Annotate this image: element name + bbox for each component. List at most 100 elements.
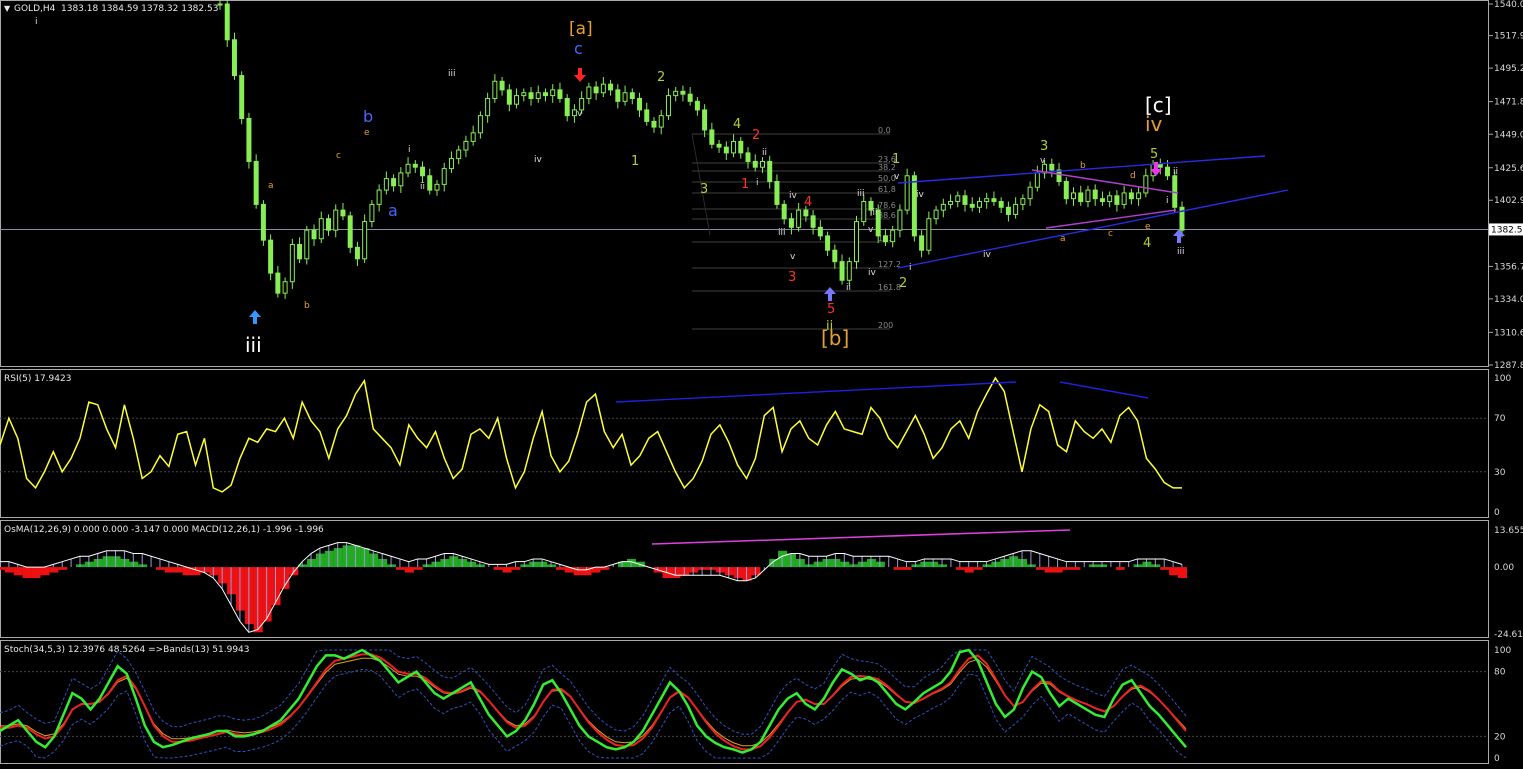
stoch-axis-label: 20	[1494, 732, 1506, 742]
candle-body	[615, 89, 621, 102]
candle-body	[506, 89, 512, 105]
wave-label: 4	[733, 117, 741, 132]
osma-bar	[511, 567, 521, 570]
fib-label: 61.8	[878, 185, 896, 194]
osma-bar	[13, 567, 23, 576]
candle-body	[311, 229, 317, 240]
candle-body	[948, 201, 954, 205]
candle-body	[665, 95, 671, 117]
candle-body	[289, 243, 295, 283]
wave-label: d	[1130, 171, 1136, 181]
osma-header: OsMA(12,26,9) 0.000 0.000 -3.147 0.000 M…	[4, 525, 324, 535]
wave-label: ii	[846, 283, 851, 293]
candle-body	[224, 3, 230, 41]
candle-body	[1136, 192, 1142, 200]
fib-label: 0.0	[878, 126, 891, 135]
candle-body	[694, 100, 700, 111]
candle-body	[709, 129, 715, 145]
candle-body	[1157, 163, 1163, 168]
candle-body	[962, 195, 968, 205]
candle-body	[535, 92, 541, 99]
osma-bar	[1053, 567, 1063, 573]
candle-body	[1172, 175, 1178, 208]
candle-body	[731, 140, 737, 154]
price-axis-label: 1356.7	[1494, 262, 1523, 272]
osma-bar	[1035, 567, 1045, 570]
candle-body	[955, 195, 961, 203]
candle-body	[1005, 206, 1011, 215]
candle-body	[1099, 198, 1105, 203]
candle-body	[998, 201, 1004, 208]
candle-body	[304, 229, 310, 260]
price-axis-label: 1540.0	[1494, 0, 1523, 10]
osma-axis-label: -24.618	[1494, 630, 1523, 640]
candle-body	[586, 86, 592, 99]
wave-label: 3	[1040, 139, 1048, 154]
price-axis-label: 1402.9	[1494, 196, 1523, 206]
wave-label: 5	[1150, 147, 1158, 162]
candle-body	[347, 215, 353, 248]
candle-body	[391, 178, 397, 187]
osma-bar	[1178, 567, 1187, 578]
price-panel-triangle-icon[interactable]: ▼	[4, 4, 11, 13]
candle-body	[268, 239, 274, 274]
stoch-axis-label: 0	[1494, 754, 1500, 764]
wave-label: a	[268, 181, 274, 191]
price-header-symbol: GOLD,H4	[14, 4, 56, 14]
candle-body	[217, 3, 223, 6]
candle-body	[318, 218, 324, 240]
osma-axis-label: 0.00	[1494, 563, 1514, 573]
candle-body	[1034, 172, 1040, 188]
osma-bar	[893, 567, 903, 570]
candle-body	[514, 95, 520, 105]
wave-label: b	[1080, 161, 1086, 171]
candle-body	[673, 90, 679, 97]
candle-body	[810, 215, 816, 228]
candle-body	[492, 80, 498, 99]
candle-body	[1121, 192, 1127, 205]
wave-label: iii	[1177, 247, 1185, 257]
fib-label: 200	[878, 321, 893, 330]
wave-label: v	[868, 225, 874, 235]
wave-label: iii	[245, 333, 262, 357]
price-header-ohlc: 1383.18 1384.59 1378.32 1382.53	[61, 4, 218, 14]
candle-body	[1027, 186, 1033, 200]
wave-label: c	[574, 39, 583, 58]
candle-body	[376, 189, 382, 205]
candle-body	[825, 235, 831, 251]
wave-label: iii	[870, 208, 878, 218]
chart-root[interactable]: ▼ GOLD,H4 1383.18 1384.59 1378.32 1382.5…	[0, 0, 1523, 769]
candle-body	[933, 209, 939, 220]
osma-bar	[22, 567, 32, 578]
candle-body	[629, 92, 635, 99]
wave-label: i	[35, 17, 38, 27]
candle-body	[260, 203, 266, 241]
candle-body	[911, 175, 917, 237]
candle-body	[651, 120, 657, 128]
candle-body	[600, 83, 606, 94]
candle-body	[882, 235, 888, 243]
fib-label: 78.6	[878, 201, 896, 210]
osma-bar	[155, 567, 165, 570]
stoch-axis-label: 80	[1494, 668, 1506, 678]
candle-body	[383, 178, 389, 191]
osma-bar	[49, 567, 59, 573]
wave-label: e	[1145, 222, 1151, 232]
candle-body	[839, 261, 845, 281]
candle-body	[926, 218, 932, 251]
candle-body	[405, 163, 411, 174]
wave-label: i	[408, 145, 411, 155]
candle-body	[1085, 189, 1091, 203]
wave-label: iv	[789, 191, 798, 201]
osma-bar	[964, 567, 974, 573]
candle-body	[637, 97, 643, 111]
candle-body	[420, 166, 426, 177]
candle-body	[767, 160, 773, 182]
candle-body	[1063, 180, 1069, 200]
candle-body	[897, 209, 903, 231]
candle-body	[499, 80, 505, 91]
candle-body	[470, 132, 476, 142]
osma-bar	[404, 567, 414, 573]
candle-body	[774, 180, 780, 205]
wave-label: 3	[788, 270, 796, 285]
